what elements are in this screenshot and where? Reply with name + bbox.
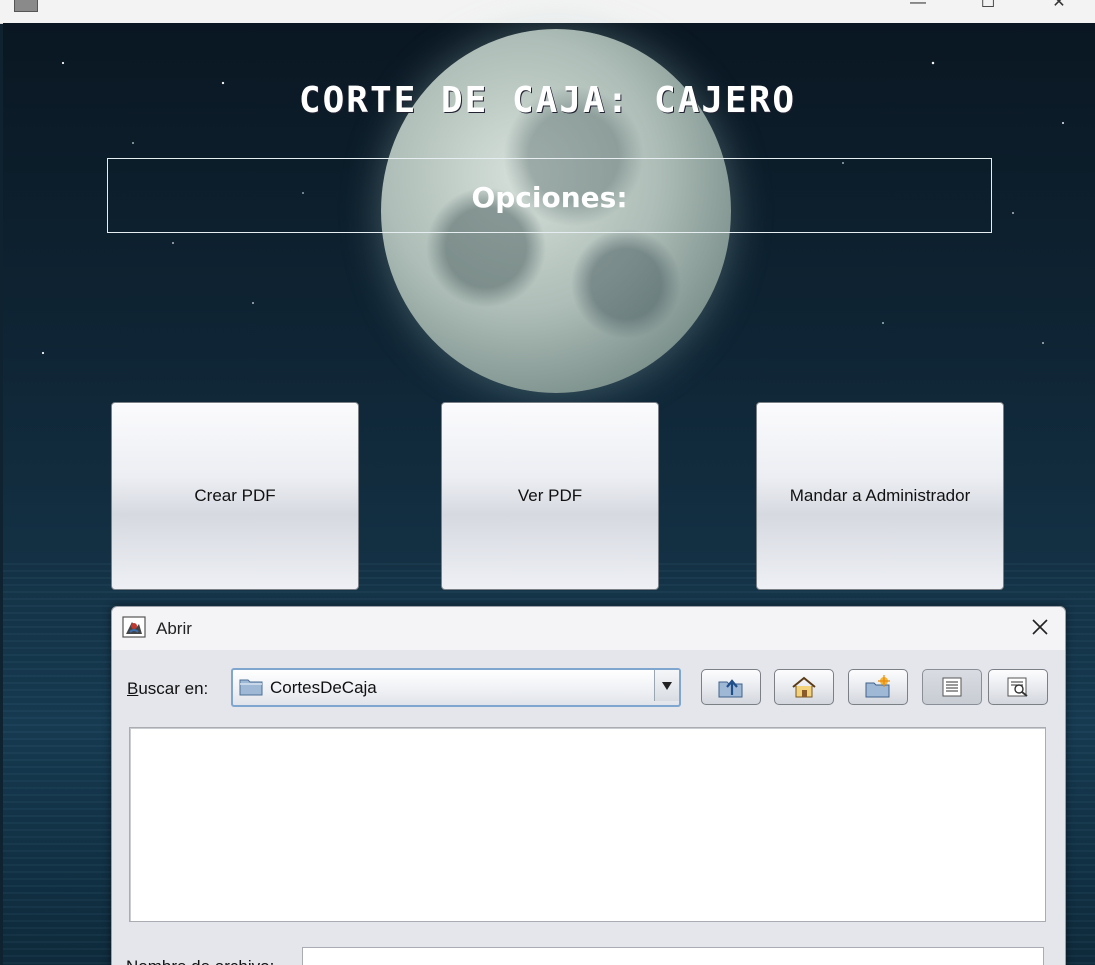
create-new-folder-button[interactable] [848,669,908,705]
current-folder-text: CortesDeCaja [270,678,377,697]
java-app-icon [122,616,146,638]
details-view-icon [1007,677,1028,697]
up-one-level-button[interactable] [701,669,761,705]
look-in-mnemonic: B [127,679,139,698]
new-folder-icon [865,675,890,698]
view-pdf-button[interactable]: Ver PDF [441,402,659,590]
create-pdf-button[interactable]: Crear PDF [111,402,359,590]
look-in-label: Buscar en: [127,679,208,699]
folder-icon [239,679,263,696]
look-in-combobox[interactable]: CortesDeCaja [231,668,681,707]
close-window-button[interactable]: ✕ [1047,0,1071,12]
dialog-title: Abrir [156,619,192,638]
close-icon[interactable] [1029,616,1051,638]
window-titlebar: — ☐ ✕ [0,0,1095,24]
file-list[interactable] [129,727,1046,922]
page-title: CORTE DE CAJA: CAJERO [298,80,797,121]
home-icon [792,676,816,698]
combo-dropdown-button[interactable] [654,670,679,701]
app-root: — ☐ ✕ CORTE DE CAJA: CAJERO Opciones: Cr… [0,0,1095,965]
look-in-label-text: uscar en: [138,679,209,698]
dialog-titlebar: Abrir [112,607,1065,650]
file-name-input[interactable] [302,947,1044,965]
java-app-icon [14,0,38,12]
open-file-dialog: Abrir Buscar en: CortesDeCaja [111,606,1066,965]
maximize-button[interactable]: ☐ [976,0,1000,12]
chevron-down-icon [662,681,672,690]
minimize-button[interactable]: — [906,0,930,12]
file-name-label: Nombre de archivo: [126,957,274,965]
up-folder-icon [718,679,743,698]
details-view-button[interactable] [988,669,1048,705]
options-panel: Opciones: [107,158,992,233]
list-view-icon [942,677,962,697]
home-button[interactable] [774,669,834,705]
list-view-button[interactable] [922,669,982,705]
options-label: Opciones: [471,181,628,214]
send-to-admin-button[interactable]: Mandar a Administrador [756,402,1004,590]
